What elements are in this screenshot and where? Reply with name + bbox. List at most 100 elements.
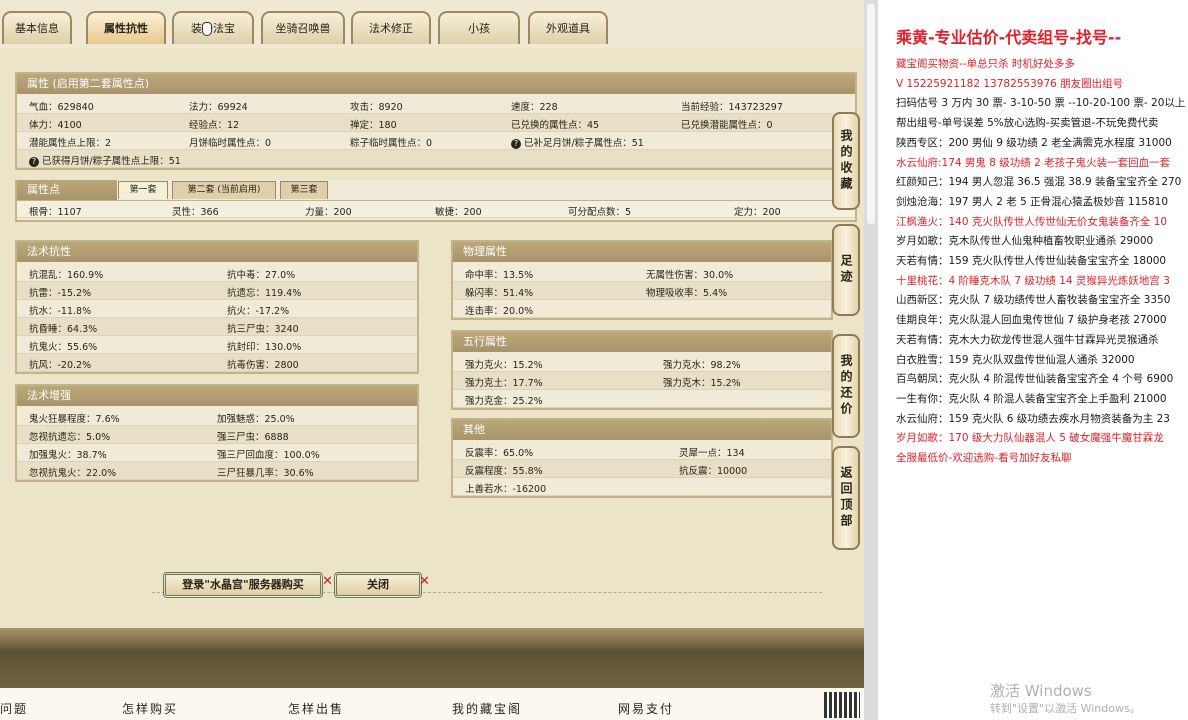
attribute-panel: 属性 (启用第二套属性点) 气血：629840 法力：69924 攻击：8920… <box>0 48 864 628</box>
help-icon[interactable]: ? <box>511 138 521 149</box>
activation-watermark-text: 转到"设置"以激活 Windows。 <box>990 702 1141 715</box>
res-thunder: 抗雷：-15.2% <box>29 288 92 299</box>
attr-zongzi-temp: 粽子临时属性点：0 <box>350 138 433 149</box>
magic-boost-header: 法术增强 <box>17 386 417 406</box>
tab-appearance[interactable]: 外观道具 <box>528 11 608 44</box>
phys-hit: 命中率：13.5% <box>465 270 534 281</box>
ad-line: 天若有情：克木大力砍龙传世混人强牛甘霖异光灵猴通杀 <box>896 333 1159 346</box>
boost-sanshi: 强三尸虫：6888 <box>217 432 289 443</box>
ad-line: 帮出组号-单号误差 5%放心选购-买卖管退-不玩免费代卖 <box>896 117 1159 130</box>
attr-mooncake-temp: 月饼临时属性点：0 <box>189 138 272 149</box>
ad-line: 白衣胜雪：159 克火队双盘传世仙混人通杀 32000 <box>896 353 1135 366</box>
mouse-cursor-icon <box>202 22 212 36</box>
ad-line: 红颜知己：194 男人忽混 36.5 强混 38.9 装备宝宝齐全 270 <box>896 176 1182 189</box>
subtab-set-3[interactable]: 第三套 <box>280 181 328 199</box>
magic-boost-section: 法术增强 鬼火狂暴程度：7.6% 加强魅惑：25.0% 忽视抗遗忘：5.0% 强… <box>15 384 419 482</box>
points-header: 属性点 <box>17 180 117 200</box>
boost-ghostfire: 加强鬼火：38.7% <box>29 450 107 461</box>
other-counter-rate: 反震率：65.0% <box>465 448 534 459</box>
points-assignable: 可分配点数：5 <box>568 207 632 218</box>
attr-stamina: 体力：4100 <box>29 120 82 131</box>
close-x-icon[interactable]: ✕ <box>322 574 333 589</box>
tab-equipment[interactable]: 装备法宝 <box>172 11 254 44</box>
footer-link-my-cbg[interactable]: 我的藏宝阁 <box>452 700 522 717</box>
attr-exchanged-potential: 已兑换潜能属性点：0 <box>681 120 773 131</box>
close-button[interactable]: 关闭 <box>334 572 422 598</box>
decorative-band <box>0 628 864 688</box>
elements-header: 五行属性 <box>453 332 831 352</box>
footer-link-how-to-buy[interactable]: 怎样购买 <box>122 700 178 717</box>
subtab-set-1[interactable]: 第一套 <box>118 181 168 199</box>
phys-dodge: 躲闪率：51.4% <box>465 288 534 299</box>
screen: 基本信息 属性抗性 装备法宝 坐骑召唤兽 法术修正 小孩 外观道具 属性 (启用… <box>0 0 1188 720</box>
tab-mounts-pets[interactable]: 坐骑召唤兽 <box>261 11 345 44</box>
res-wind: 抗风：-20.2% <box>29 360 92 371</box>
tab-magic-correction[interactable]: 法术修正 <box>351 11 431 44</box>
magic-resistance-header: 法术抗性 <box>17 242 417 262</box>
res-forget: 抗遗忘：119.4% <box>227 288 302 299</box>
footer-link-faq[interactable]: 问题 <box>0 700 28 717</box>
ad-line: 百鸟朝凤：克火队 4 阶混传世仙装备宝宝齐全 4 个号 6900 <box>896 373 1174 386</box>
attr-mp: 法力：69924 <box>189 102 248 113</box>
points-spirit: 灵性：366 <box>172 207 219 218</box>
attr-speed: 速度：228 <box>511 102 558 113</box>
other-counter-degree: 反震程度：55.8% <box>465 466 543 477</box>
ad-line: 水云仙府：159 克火队 6 级功绩去疾水月物资装备为主 23 <box>896 412 1170 425</box>
footer-links: 问题 怎样购买 怎样出售 我的藏宝阁 网易支付 <box>0 688 864 720</box>
boost-ignore-forget: 忽视抗遗忘：5.0% <box>29 432 111 443</box>
ad-line: 扫码估号 3 万内 30 票- 3-10-50 票 --10-20-100 票-… <box>896 97 1186 110</box>
scrollbar-thumb[interactable] <box>867 4 875 224</box>
ad-line: 岁月如歌：克木队传世人仙鬼种植畜牧职业通杀 29000 <box>896 235 1154 248</box>
footer-link-netease-pay[interactable]: 网易支付 <box>618 700 674 717</box>
res-ghostfire: 抗鬼火：55.6% <box>29 342 98 353</box>
tab-bar: 基本信息 属性抗性 装备法宝 坐骑召唤兽 法术修正 小孩 外观道具 <box>0 0 864 48</box>
other-header: 其他 <box>453 420 831 440</box>
my-favorites-button[interactable]: 我的收藏 <box>832 112 860 210</box>
ad-document: 乘黄-专业估价-代卖组号-找号-- 藏宝阁买物资--单总只杀 时机好处多多 V 1… <box>878 0 1188 720</box>
other-shangshan: 上善若水：-16200 <box>465 484 547 495</box>
my-bargain-button[interactable]: 我的还价 <box>832 334 860 438</box>
attr-exp-points: 经验点：12 <box>189 120 240 131</box>
close-x-icon[interactable]: ✕ <box>419 574 430 589</box>
ad-line: 山西新区：克火队 7 级功绩传世人畜牧装备宝宝齐全 3350 <box>896 294 1171 307</box>
tab-attributes-resistance[interactable]: 属性抗性 <box>86 11 166 44</box>
ad-line: 全服最低价-欢迎选购-看号加好友私聊 <box>896 452 1072 464</box>
points-strength: 力量：200 <box>305 207 352 218</box>
ad-line: 一生有你：克火队 4 阶混人装备宝宝齐全上手盈利 21000 <box>896 392 1167 405</box>
phys-combo: 连击率：20.0% <box>465 306 534 317</box>
subtab-set-2[interactable]: 第二套 (当前启用) <box>172 181 276 199</box>
physical-header: 物理属性 <box>453 242 831 262</box>
res-confusion: 抗混乱：160.9% <box>29 270 104 281</box>
ad-line: V 15225921182 13782553976 朋友圈出组号 <box>896 77 1124 90</box>
cbg-role-detail-page: 基本信息 属性抗性 装备法宝 坐骑召唤兽 法术修正 小孩 外观道具 属性 (启用… <box>0 0 864 720</box>
phys-true-dmg: 无属性伤害：30.0% <box>646 270 734 281</box>
attr-obtained-limit: ? 已获得月饼/粽子属性点上限：51 <box>29 153 181 167</box>
help-icon[interactable]: ? <box>29 156 39 167</box>
footer-link-how-to-sell[interactable]: 怎样出售 <box>288 700 344 717</box>
attribute-section: 属性 (启用第二套属性点) 气血：629840 法力：69924 攻击：8920… <box>15 72 857 170</box>
attr-hp: 气血：629840 <box>29 102 94 113</box>
res-water: 抗水：-11.8% <box>29 306 92 317</box>
attribute-header: 属性 (启用第二套属性点) <box>17 74 855 94</box>
footprint-button[interactable]: 足迹 <box>832 224 860 316</box>
elem-earth: 强力克土：17.7% <box>465 378 543 389</box>
elements-section: 五行属性 强力克火：15.2% 强力克水：98.2% 强力克土：17.7% 强力… <box>451 330 833 410</box>
res-seal: 抗封印：130.0% <box>227 342 302 353</box>
boost-sanshi-frenzy: 三尸狂暴几率：30.6% <box>217 468 314 479</box>
back-to-top-button[interactable]: 返回顶部 <box>832 446 860 550</box>
boost-charm: 加强魅惑：25.0% <box>217 414 295 425</box>
boost-ghostfire-frenzy: 鬼火狂暴程度：7.6% <box>29 414 120 425</box>
attr-exchanged-points: 已兑换的属性点：45 <box>511 120 600 131</box>
tab-child[interactable]: 小孩 <box>438 11 520 44</box>
res-sanshi: 抗三尸虫：3240 <box>227 324 299 335</box>
login-buy-button[interactable]: 登录"水晶宫"服务器购买 <box>163 572 323 598</box>
other-lingxi: 灵犀一点：134 <box>679 448 745 459</box>
ad-line: 岁月如歌：170 级大力队仙器混人 5 破女魔强牛魔甘霖龙 <box>896 432 1164 445</box>
physical-section: 物理属性 命中率：13.5% 无属性伤害：30.0% 躲闪率：51.4% 物理吸… <box>451 240 833 320</box>
elem-fire: 强力克火：15.2% <box>465 360 543 371</box>
points-agility: 敏捷：200 <box>435 207 482 218</box>
other-anti-counter: 抗反震：10000 <box>679 466 748 477</box>
tab-basic-info[interactable]: 基本信息 <box>2 11 72 44</box>
points-concentration: 定力：200 <box>734 207 781 218</box>
ad-line: 江枫渔火：140 克火队传世人传世仙无价女鬼装备齐全 10 <box>896 215 1168 228</box>
